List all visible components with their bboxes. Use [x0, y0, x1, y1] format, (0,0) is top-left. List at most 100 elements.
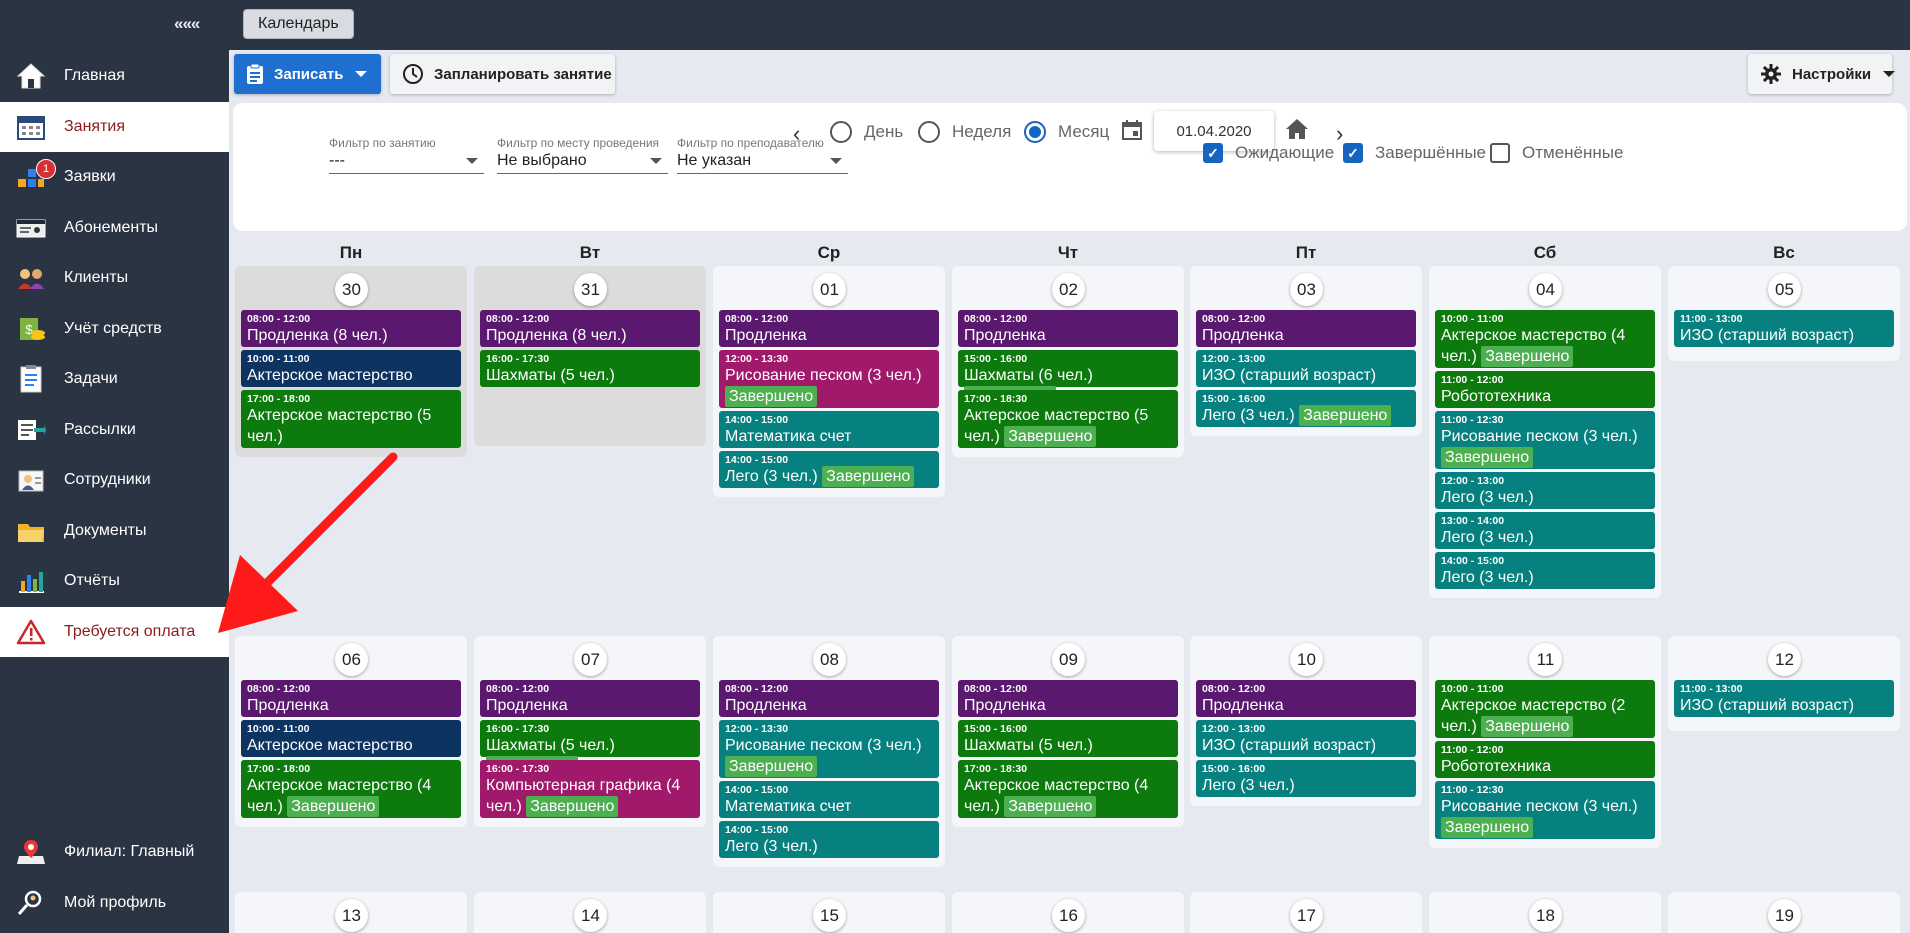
calendar-event[interactable]: 15:00 - 16:00Шахматы (6 чел.) Завершено — [958, 350, 1178, 407]
calendar-event[interactable]: 14:00 - 15:00 Лего (3 чел.) Завершено — [719, 451, 939, 488]
sidebar-item-subscriptions[interactable]: Абонементы — [0, 203, 229, 254]
calendar-event[interactable]: 10:00 - 11:00 Актерское мастерство — [241, 350, 461, 387]
calendar-event[interactable]: 12:00 - 13:00 Лего (3 чел.) — [1435, 472, 1655, 509]
calendar-picker-icon[interactable] — [1121, 119, 1143, 146]
calendar-event[interactable]: 12:00 - 13:30 Рисование песком (3 чел.) З… — [719, 720, 939, 778]
view-month-radio[interactable]: Месяц — [1024, 121, 1109, 143]
pending-checkbox[interactable]: ✓ Ожидающие — [1203, 143, 1334, 163]
calendar-day-cell[interactable]: 07 08:00 - 12:00 Продленка 16:00 - 17:30 Шах… — [474, 636, 706, 827]
calendar-event[interactable]: 17:00 - 18:30 Актерское мастерство (4 чел… — [958, 760, 1178, 818]
calendar-event[interactable]: 08:00 - 12:00 Продленка — [958, 680, 1178, 717]
sidebar-item-tasks[interactable]: Задачи — [0, 354, 229, 405]
calendar-day-cell[interactable]: 06 08:00 - 12:00 Продленка 10:00 - 11:00 Акт… — [235, 636, 467, 827]
day-number[interactable]: 03 — [1290, 273, 1323, 306]
day-number[interactable]: 14 — [574, 899, 607, 932]
view-week-radio[interactable]: Неделя — [918, 121, 1011, 143]
teacher-filter-select[interactable]: Фильтр по преподавателю Не указан — [677, 136, 848, 174]
calendar-event[interactable]: 12:00 - 13:30 Рисование песком (3 чел.) З… — [719, 350, 939, 408]
tab-calendar[interactable]: Календарь — [243, 9, 354, 39]
sidebar-item-requests[interactable]: 1 Заявки — [0, 152, 229, 203]
calendar-event[interactable]: 10:00 - 11:00 Актерское мастерство (2 чел… — [1435, 680, 1655, 738]
completed-checkbox[interactable]: ✓ Завершённые — [1343, 143, 1486, 163]
calendar-day-cell[interactable]: 16 — [952, 892, 1184, 933]
calendar-day-cell[interactable]: 12 11:00 - 13:00 ИЗО (старший возраст) — [1668, 636, 1900, 731]
calendar-day-cell[interactable]: 01 08:00 - 12:00 Продленка 12:00 - 13:30 Рис… — [713, 266, 945, 497]
calendar-event[interactable]: 11:00 - 12:30 Рисование песком (3 чел.) З… — [1435, 411, 1655, 469]
day-number[interactable]: 17 — [1290, 899, 1323, 932]
calendar-event[interactable]: 15:00 - 16:00 Лего (3 чел.) Завершено — [1196, 390, 1416, 427]
calendar-day-cell[interactable]: 03 08:00 - 12:00 Продленка 12:00 - 13:00 ИЗО… — [1190, 266, 1422, 436]
place-filter-select[interactable]: Фильтр по месту проведения Не выбрано — [497, 136, 668, 174]
calendar-event[interactable]: 14:00 - 15:00 Лего (3 чел.) — [1435, 552, 1655, 589]
calendar-event[interactable]: 11:00 - 12:30 Рисование песком (3 чел.) З… — [1435, 781, 1655, 839]
calendar-event[interactable]: 14:00 - 15:00 Лего (3 чел.) — [719, 821, 939, 858]
sidebar-collapse-button[interactable]: ««« — [174, 14, 200, 34]
calendar-day-cell[interactable]: 30 08:00 - 12:00 Продленка (8 чел.) 10:00 -… — [235, 266, 467, 457]
calendar-event[interactable]: 12:00 - 13:00 ИЗО (старший возраст) — [1196, 720, 1416, 757]
day-number[interactable]: 12 — [1768, 643, 1801, 676]
day-number[interactable]: 09 — [1052, 643, 1085, 676]
calendar-event[interactable]: 08:00 - 12:00 Продленка — [719, 680, 939, 717]
day-number[interactable]: 18 — [1529, 899, 1562, 932]
sidebar-item-documents[interactable]: Документы — [0, 506, 229, 557]
day-number[interactable]: 01 — [813, 273, 846, 306]
day-number[interactable]: 08 — [813, 643, 846, 676]
sidebar-item-finance[interactable]: $ Учёт средств — [0, 304, 229, 355]
calendar-event[interactable]: 10:00 - 11:00 Актерское мастерство — [241, 720, 461, 757]
day-number[interactable]: 11 — [1529, 643, 1562, 676]
calendar-day-cell[interactable]: 14 — [474, 892, 706, 933]
sidebar-item-home[interactable]: Главная — [0, 51, 229, 102]
calendar-event[interactable]: 08:00 - 12:00 Продленка — [1196, 310, 1416, 347]
sidebar-item-staff[interactable]: Сотрудники — [0, 455, 229, 506]
calendar-day-cell[interactable]: 04 10:00 - 11:00 Актерское мастерство (4 ч… — [1429, 266, 1661, 598]
sidebar-item-clients[interactable]: Клиенты — [0, 253, 229, 304]
sidebar-item-payment-required[interactable]: Требуется оплата — [0, 606, 229, 657]
calendar-event[interactable]: 08:00 - 12:00 Продленка — [480, 680, 700, 717]
calendar-event[interactable]: 08:00 - 12:00 Продленка — [958, 310, 1178, 347]
day-number[interactable]: 15 — [813, 899, 846, 932]
day-number[interactable]: 10 — [1290, 643, 1323, 676]
calendar-event[interactable]: 14:00 - 15:00 Математика счет — [719, 781, 939, 818]
sidebar-item-mailing[interactable]: Рассылки — [0, 405, 229, 456]
calendar-event[interactable]: 08:00 - 12:00 Продленка — [1196, 680, 1416, 717]
calendar-day-cell[interactable]: 31 08:00 - 12:00 Продленка (8 чел.) 16:00 -… — [474, 266, 706, 446]
day-number[interactable]: 05 — [1768, 273, 1801, 306]
calendar-event[interactable]: 10:00 - 11:00 Актерское мастерство (4 чел… — [1435, 310, 1655, 368]
day-number[interactable]: 13 — [335, 899, 368, 932]
cancelled-checkbox[interactable]: Отменённые — [1490, 143, 1623, 163]
calendar-event[interactable]: 17:00 - 18:00 Актерское мастерство (5 чел… — [241, 390, 461, 448]
calendar-event[interactable]: 08:00 - 12:00 Продленка (8 чел.) — [480, 310, 700, 347]
day-number[interactable]: 19 — [1768, 899, 1801, 932]
calendar-day-cell[interactable]: 19 — [1668, 892, 1900, 933]
calendar-event[interactable]: 14:00 - 15:00 Математика счет — [719, 411, 939, 448]
calendar-event[interactable]: 15:00 - 16:00 Лего (3 чел.) — [1196, 760, 1416, 797]
sidebar-item-lessons[interactable]: Занятия — [0, 101, 229, 152]
home-icon[interactable] — [1285, 118, 1309, 145]
calendar-day-cell[interactable]: 08 08:00 - 12:00 Продленка 12:00 - 13:30 Рис… — [713, 636, 945, 867]
calendar-day-cell[interactable]: 02 08:00 - 12:00 Продленка 15:00 - 16:00 Шах… — [952, 266, 1184, 457]
day-number[interactable]: 02 — [1052, 273, 1085, 306]
calendar-day-cell[interactable]: 10 08:00 - 12:00 Продленка 12:00 - 13:00 ИЗО… — [1190, 636, 1422, 806]
calendar-event[interactable]: 16:00 - 17:30 Шахматы (5 чел.) — [480, 350, 700, 387]
calendar-day-cell[interactable]: 13 — [235, 892, 467, 933]
calendar-event[interactable]: 16:00 - 17:30 Компьютерная графика (4 чел… — [480, 760, 700, 818]
calendar-event[interactable]: 12:00 - 13:00 ИЗО (старший возраст) — [1196, 350, 1416, 387]
calendar-day-cell[interactable]: 15 — [713, 892, 945, 933]
calendar-event[interactable]: 17:00 - 18:30 Актерское мастерство (5 чел… — [958, 390, 1178, 448]
schedule-lesson-button[interactable]: Запланировать занятие — [390, 54, 615, 94]
calendar-day-cell[interactable]: 17 — [1190, 892, 1422, 933]
sidebar-item-reports[interactable]: Отчёты — [0, 556, 229, 607]
sidebar-item-profile[interactable]: Мой профиль — [0, 878, 229, 929]
calendar-day-cell[interactable]: 18 — [1429, 892, 1661, 933]
calendar-day-cell[interactable]: 11 10:00 - 11:00 Актерское мастерство (2 ч… — [1429, 636, 1661, 848]
day-number[interactable]: 16 — [1052, 899, 1085, 932]
calendar-day-cell[interactable]: 09 08:00 - 12:00 Продленка 15:00 - 16:00 Шах… — [952, 636, 1184, 827]
lesson-filter-select[interactable]: Фильтр по занятию --- — [329, 136, 484, 174]
calendar-event[interactable]: 11:00 - 13:00 ИЗО (старший возраст) — [1674, 680, 1894, 717]
day-number[interactable]: 07 — [574, 643, 607, 676]
calendar-event[interactable]: 08:00 - 12:00 Продленка — [241, 680, 461, 717]
calendar-event[interactable]: 16:00 - 17:30Шахматы (5 чел.) Завершено — [480, 720, 700, 777]
calendar-event[interactable]: 15:00 - 16:00 Шахматы (5 чел.) — [958, 720, 1178, 757]
calendar-event[interactable]: 17:00 - 18:00 Актерское мастерство (4 чел… — [241, 760, 461, 818]
sidebar-item-branch[interactable]: Филиал: Главный — [0, 827, 229, 878]
